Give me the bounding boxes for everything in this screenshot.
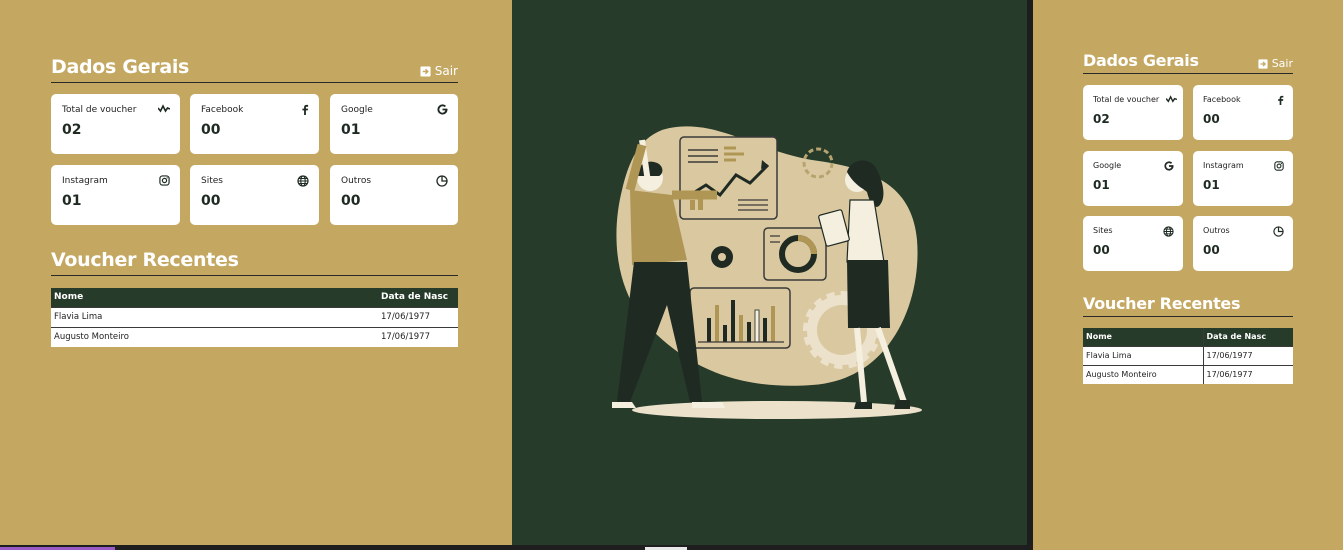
table-row[interactable]: Augusto Monteiro 17/06/1977 [1083, 364, 1293, 384]
card-value: 01 [62, 193, 82, 209]
card-google[interactable]: Google 01 [1083, 151, 1183, 206]
google-icon [437, 104, 448, 115]
recent-vouchers-table: Nome Data de Nasc Flavia Lima 17/06/1977… [1083, 328, 1293, 384]
pie-chart-icon [1273, 226, 1284, 237]
instagram-icon [1274, 161, 1284, 171]
data-analysis-illustration [612, 126, 922, 419]
card-total-voucher[interactable]: Total de voucher 02 [1083, 85, 1183, 140]
card-label: Total de voucher [62, 105, 137, 115]
dashboard-left-panel: Dados Gerais Sair Total de voucher 02 Fa… [0, 0, 512, 550]
table-row[interactable]: Augusto Monteiro 17/06/1977 [51, 326, 458, 347]
logout-button[interactable]: Sair [420, 64, 458, 78]
card-label: Sites [1093, 226, 1113, 235]
card-label: Facebook [1203, 95, 1241, 104]
bottom-scrollbar-strip [0, 545, 1033, 550]
cell-birthdate: 17/06/1977 [378, 306, 458, 327]
card-facebook[interactable]: Facebook 00 [1193, 85, 1293, 140]
card-sites[interactable]: Sites 00 [190, 165, 319, 225]
table-header-row: Nome Data de Nasc [51, 288, 458, 307]
card-label: Total de voucher [1093, 95, 1160, 104]
recent-title: Voucher Recentes [1083, 294, 1241, 313]
card-value: 00 [1093, 243, 1110, 257]
table-row[interactable]: Flavia Lima 17/06/1977 [1083, 345, 1293, 365]
logout-button[interactable]: Sair [1258, 57, 1293, 70]
cell-birthdate: 17/06/1977 [1202, 345, 1293, 365]
cell-name: Flavia Lima [51, 306, 378, 327]
cell-name: Augusto Monteiro [1083, 364, 1203, 384]
card-google[interactable]: Google 01 [330, 94, 458, 154]
pie-chart-icon [436, 175, 448, 187]
card-value: 01 [1093, 178, 1110, 192]
card-label: Instagram [1203, 161, 1244, 170]
logout-label: Sair [434, 64, 458, 78]
card-total-voucher[interactable]: Total de voucher 02 [51, 94, 180, 154]
instagram-icon [159, 175, 170, 186]
card-instagram[interactable]: Instagram 01 [1193, 151, 1293, 206]
card-outros[interactable]: Outros 00 [330, 165, 458, 225]
table-row[interactable]: Flavia Lima 17/06/1977 [51, 306, 458, 327]
facebook-icon [301, 104, 309, 115]
cell-birthdate: 17/06/1977 [1202, 364, 1293, 384]
recent-vouchers-header: Voucher Recentes [1083, 293, 1293, 317]
card-value: 02 [1093, 112, 1110, 126]
google-icon [1164, 161, 1174, 171]
globe-icon [1163, 226, 1174, 237]
dashboard-right-panel: Dados Gerais Sair Total de voucher 02 Fa… [1033, 0, 1343, 550]
card-label: Google [1093, 161, 1122, 170]
recent-title: Voucher Recentes [51, 249, 239, 271]
col-header-birthdate: Data de Nasc [378, 288, 458, 307]
activity-icon [1166, 95, 1177, 104]
logout-label: Sair [1271, 57, 1293, 70]
card-label: Instagram [62, 176, 108, 186]
general-data-header: Dados Gerais Sair [1083, 50, 1293, 74]
cell-birthdate: 17/06/1977 [378, 326, 458, 347]
general-data-header: Dados Gerais Sair [51, 55, 458, 83]
card-instagram[interactable]: Instagram 01 [51, 165, 180, 225]
card-value: 01 [1203, 178, 1220, 192]
cell-name: Flavia Lima [1083, 345, 1203, 365]
card-label: Sites [201, 176, 223, 186]
cell-name: Augusto Monteiro [51, 326, 378, 347]
card-value: 01 [341, 122, 361, 138]
section-title: Dados Gerais [1083, 51, 1199, 70]
col-header-name: Nome [51, 288, 378, 307]
col-header-name: Nome [1083, 328, 1203, 346]
recent-vouchers-header: Voucher Recentes [51, 248, 458, 276]
card-label: Outros [1203, 226, 1230, 235]
card-facebook[interactable]: Facebook 00 [190, 94, 319, 154]
col-header-birthdate: Data de Nasc [1202, 328, 1293, 346]
facebook-icon [1277, 95, 1284, 105]
activity-icon [158, 104, 170, 114]
card-value: 00 [1203, 112, 1220, 126]
card-value: 00 [341, 193, 361, 209]
card-outros[interactable]: Outros 00 [1193, 216, 1293, 271]
card-value: 00 [201, 193, 221, 209]
illustration-panel [512, 0, 1027, 550]
section-title: Dados Gerais [51, 56, 190, 78]
recent-vouchers-table: Nome Data de Nasc Flavia Lima 17/06/1977… [51, 288, 458, 347]
card-sites[interactable]: Sites 00 [1083, 216, 1183, 271]
card-label: Google [341, 105, 373, 115]
card-value: 00 [201, 122, 221, 138]
card-label: Outros [341, 176, 372, 186]
logout-icon [420, 65, 431, 77]
table-header-row: Nome Data de Nasc [1083, 328, 1293, 346]
card-value: 00 [1203, 243, 1220, 257]
card-label: Facebook [201, 105, 244, 115]
card-value: 02 [62, 122, 82, 138]
logout-icon [1258, 58, 1268, 69]
globe-icon [297, 175, 309, 187]
